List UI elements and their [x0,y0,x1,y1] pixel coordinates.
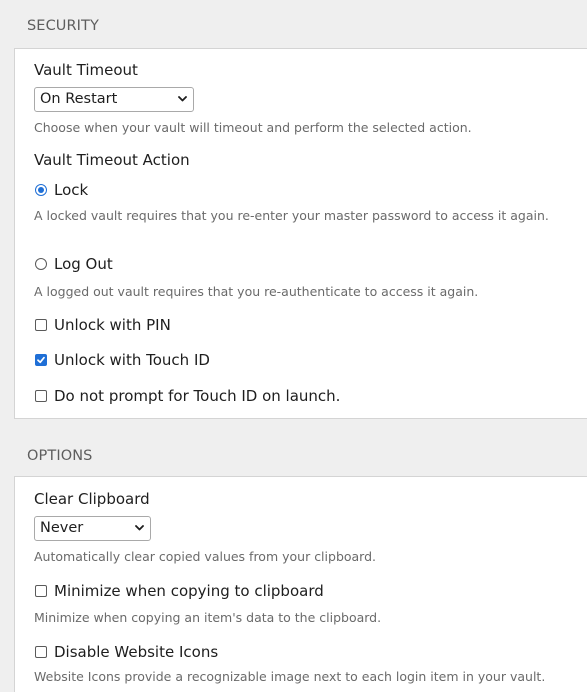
logout-help: A logged out vault requires that you re-… [34,284,479,299]
clear-clipboard-label: Clear Clipboard [34,490,150,508]
unlock-touch-id-checkbox[interactable] [35,354,47,366]
unlock-pin-option[interactable]: Unlock with PIN [34,316,171,334]
vault-timeout-select[interactable]: On Restart [34,87,194,112]
vault-timeout-help: Choose when your vault will timeout and … [34,120,472,135]
no-prompt-touch-id-label: Do not prompt for Touch ID on launch. [54,387,341,405]
logout-radio[interactable] [35,258,47,270]
lock-help: A locked vault requires that you re-ente… [34,208,549,223]
clear-clipboard-selected-value: Never [40,520,84,536]
vault-timeout-selected-value: On Restart [40,91,118,107]
logout-radio-option[interactable]: Log Out [34,255,113,273]
disable-icons-option[interactable]: Disable Website Icons [34,643,218,661]
options-section-header: OPTIONS [27,448,93,464]
no-prompt-touch-id-checkbox[interactable] [35,390,47,402]
unlock-pin-checkbox[interactable] [35,319,47,331]
disable-icons-checkbox[interactable] [35,646,47,658]
lock-radio-option[interactable]: Lock [34,181,88,199]
vault-timeout-label: Vault Timeout [34,61,138,79]
checkmark-icon [37,356,45,364]
unlock-pin-label: Unlock with PIN [54,316,171,334]
lock-radio[interactable] [35,184,47,196]
vault-timeout-action-label: Vault Timeout Action [34,151,190,169]
security-section-header: SECURITY [27,18,99,34]
logout-label: Log Out [54,255,113,273]
options-panel: Clear Clipboard Never Automatically clea… [14,476,587,692]
chevron-down-icon [135,525,144,531]
security-panel: Vault Timeout On Restart Choose when you… [14,48,587,419]
disable-icons-help: Website Icons provide a recognizable ima… [34,669,546,684]
minimize-copy-option[interactable]: Minimize when copying to clipboard [34,582,324,600]
unlock-touch-id-option[interactable]: Unlock with Touch ID [34,351,210,369]
chevron-down-icon [178,96,187,102]
lock-label: Lock [54,181,89,199]
minimize-copy-label: Minimize when copying to clipboard [54,582,324,600]
minimize-copy-checkbox[interactable] [35,585,47,597]
unlock-touch-id-label: Unlock with Touch ID [54,351,210,369]
clear-clipboard-help: Automatically clear copied values from y… [34,549,377,564]
no-prompt-touch-id-option[interactable]: Do not prompt for Touch ID on launch. [34,387,340,405]
clear-clipboard-select[interactable]: Never [34,516,151,541]
minimize-copy-help: Minimize when copying an item's data to … [34,610,382,625]
disable-icons-label: Disable Website Icons [54,643,219,661]
